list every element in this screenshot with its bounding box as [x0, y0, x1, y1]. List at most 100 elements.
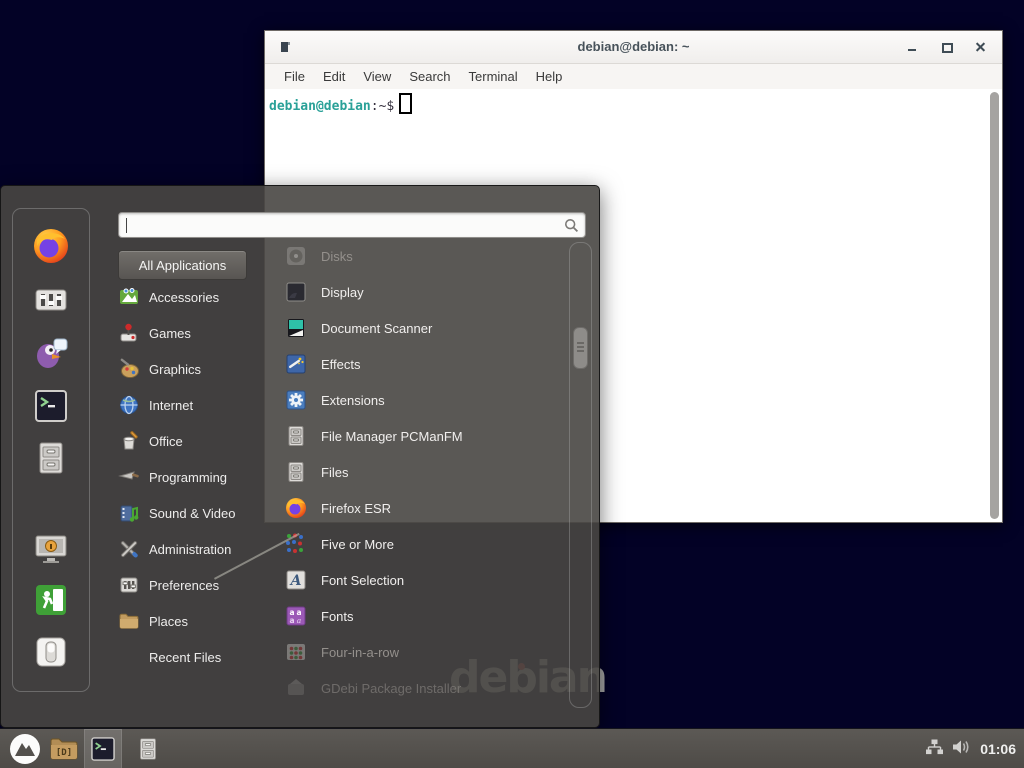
app-item-gdebi-package-installer[interactable]: GDebi Package Installer [284, 670, 566, 706]
app-item-disks[interactable]: Disks [284, 238, 566, 274]
file-manager-launcher[interactable] [32, 439, 70, 477]
app-item-five-or-more[interactable]: Five or More [284, 526, 566, 562]
folder-launcher[interactable]: [D] [46, 729, 82, 768]
app-item-display[interactable]: Display [284, 274, 566, 310]
terminal-titlebar[interactable]: debian@debian: ~ [265, 31, 1002, 64]
terminal-scrollbar[interactable] [990, 92, 999, 519]
terminal-taskbar-button[interactable] [84, 729, 122, 768]
shut-down-icon [32, 633, 70, 671]
app-item-label: Effects [321, 357, 361, 372]
app-item-label: Extensions [321, 393, 385, 408]
app-item-label: Files [321, 465, 348, 480]
svg-text:a: a [297, 616, 301, 625]
places-icon [118, 610, 140, 632]
terminal-menubar: File Edit View Search Terminal Help [265, 64, 1002, 89]
app-item-label: Five or More [321, 537, 394, 552]
svg-text:a: a [289, 616, 294, 625]
log-out-button[interactable] [32, 581, 70, 619]
app-item-four-in-a-row[interactable]: Four-in-a-row [284, 634, 566, 670]
menu-item-file[interactable]: File [275, 69, 314, 84]
firefox-icon [32, 227, 70, 265]
terminal-cursor [399, 93, 412, 114]
terminal-launcher[interactable] [32, 387, 70, 425]
games-icon [118, 322, 140, 344]
category-games[interactable]: Games [118, 315, 268, 351]
search-caret [126, 218, 127, 233]
fonts-icon: aaaa [284, 604, 308, 628]
volume-icon[interactable] [952, 739, 971, 760]
app-item-label: GDebi Package Installer [321, 681, 461, 696]
category-graphics[interactable]: Graphics [118, 351, 268, 387]
menu-item-view[interactable]: View [354, 69, 400, 84]
category-internet[interactable]: Internet [118, 387, 268, 423]
taskbar-clock[interactable]: 01:06 [980, 741, 1016, 757]
app-item-file-manager-pcmanfm[interactable]: File Manager PCManFM [284, 418, 566, 454]
category-places[interactable]: Places [118, 603, 268, 639]
category-label: Preferences [149, 578, 219, 593]
all-applications-button[interactable]: All Applications [118, 250, 247, 280]
administration-icon [118, 538, 140, 560]
app-list-scrollbar-track[interactable] [569, 242, 592, 708]
category-label: Programming [149, 470, 227, 485]
category-programming[interactable]: Programming [118, 459, 268, 495]
taskbar: [D] 01:06 [0, 728, 1024, 768]
prompt-suffix: :~$ [371, 99, 394, 114]
category-label: Internet [149, 398, 193, 413]
network-icon[interactable] [926, 739, 943, 760]
menu-item-edit[interactable]: Edit [314, 69, 354, 84]
category-preferences[interactable]: Preferences [118, 567, 268, 603]
close-icon[interactable] [975, 42, 986, 53]
category-label: Places [149, 614, 188, 629]
pidgin-icon [32, 333, 70, 371]
extensions-icon [284, 388, 308, 412]
menu-item-terminal[interactable]: Terminal [460, 69, 527, 84]
search-input[interactable] [118, 212, 586, 238]
folder-icon: [D] [49, 736, 79, 762]
svg-text:A: A [289, 573, 302, 589]
category-sound-video[interactable]: Sound & Video [118, 495, 268, 531]
file-cabinet-icon [32, 439, 70, 477]
desktop: debian debian@debian: ~ File Edit View S… [0, 0, 1024, 768]
font-selection-icon: A [284, 568, 308, 592]
programming-icon [118, 466, 140, 488]
app-item-label: Four-in-a-row [321, 645, 399, 660]
category-label: Sound & Video [149, 506, 236, 521]
search-icon [564, 218, 579, 233]
file-manager-taskbar-button[interactable] [130, 729, 166, 768]
applications-menu: All Applications Accessories Games Graph… [0, 185, 600, 728]
minimize-icon[interactable] [907, 42, 918, 53]
document-scanner-icon [284, 316, 308, 340]
menu-item-search[interactable]: Search [400, 69, 459, 84]
firefox-launcher[interactable] [32, 227, 70, 265]
file-cabinet-icon [284, 460, 308, 484]
control-center-launcher[interactable] [32, 281, 70, 319]
category-recent-files[interactable]: Recent Files [118, 639, 268, 675]
app-item-effects[interactable]: Effects [284, 346, 566, 382]
menu-button[interactable] [6, 729, 44, 768]
lock-screen-icon [32, 529, 70, 567]
app-item-extensions[interactable]: Extensions [284, 382, 566, 418]
category-office[interactable]: Office [118, 423, 268, 459]
lock-screen-button[interactable] [32, 529, 70, 567]
category-label: Administration [149, 542, 231, 557]
app-item-files[interactable]: Files [284, 454, 566, 490]
app-item-document-scanner[interactable]: Document Scanner [284, 310, 566, 346]
app-item-firefox-esr[interactable]: Firefox ESR [284, 490, 566, 526]
menu-item-help[interactable]: Help [527, 69, 572, 84]
app-list-scrollbar-thumb[interactable] [573, 327, 588, 369]
category-accessories[interactable]: Accessories [118, 279, 268, 315]
effects-icon [284, 352, 308, 376]
pidgin-launcher[interactable] [32, 333, 70, 371]
control-center-icon [32, 281, 70, 319]
maximize-icon[interactable] [941, 42, 952, 53]
shut-down-button[interactable] [32, 633, 70, 671]
office-icon [118, 430, 140, 452]
category-label: Accessories [149, 290, 219, 305]
firefox-icon [284, 496, 308, 520]
log-out-icon [32, 581, 70, 619]
app-item-font-selection[interactable]: A Font Selection [284, 562, 566, 598]
file-cabinet-icon [284, 424, 308, 448]
app-item-fonts[interactable]: aaaa Fonts [284, 598, 566, 634]
display-icon [284, 280, 308, 304]
app-item-label: Firefox ESR [321, 501, 391, 516]
